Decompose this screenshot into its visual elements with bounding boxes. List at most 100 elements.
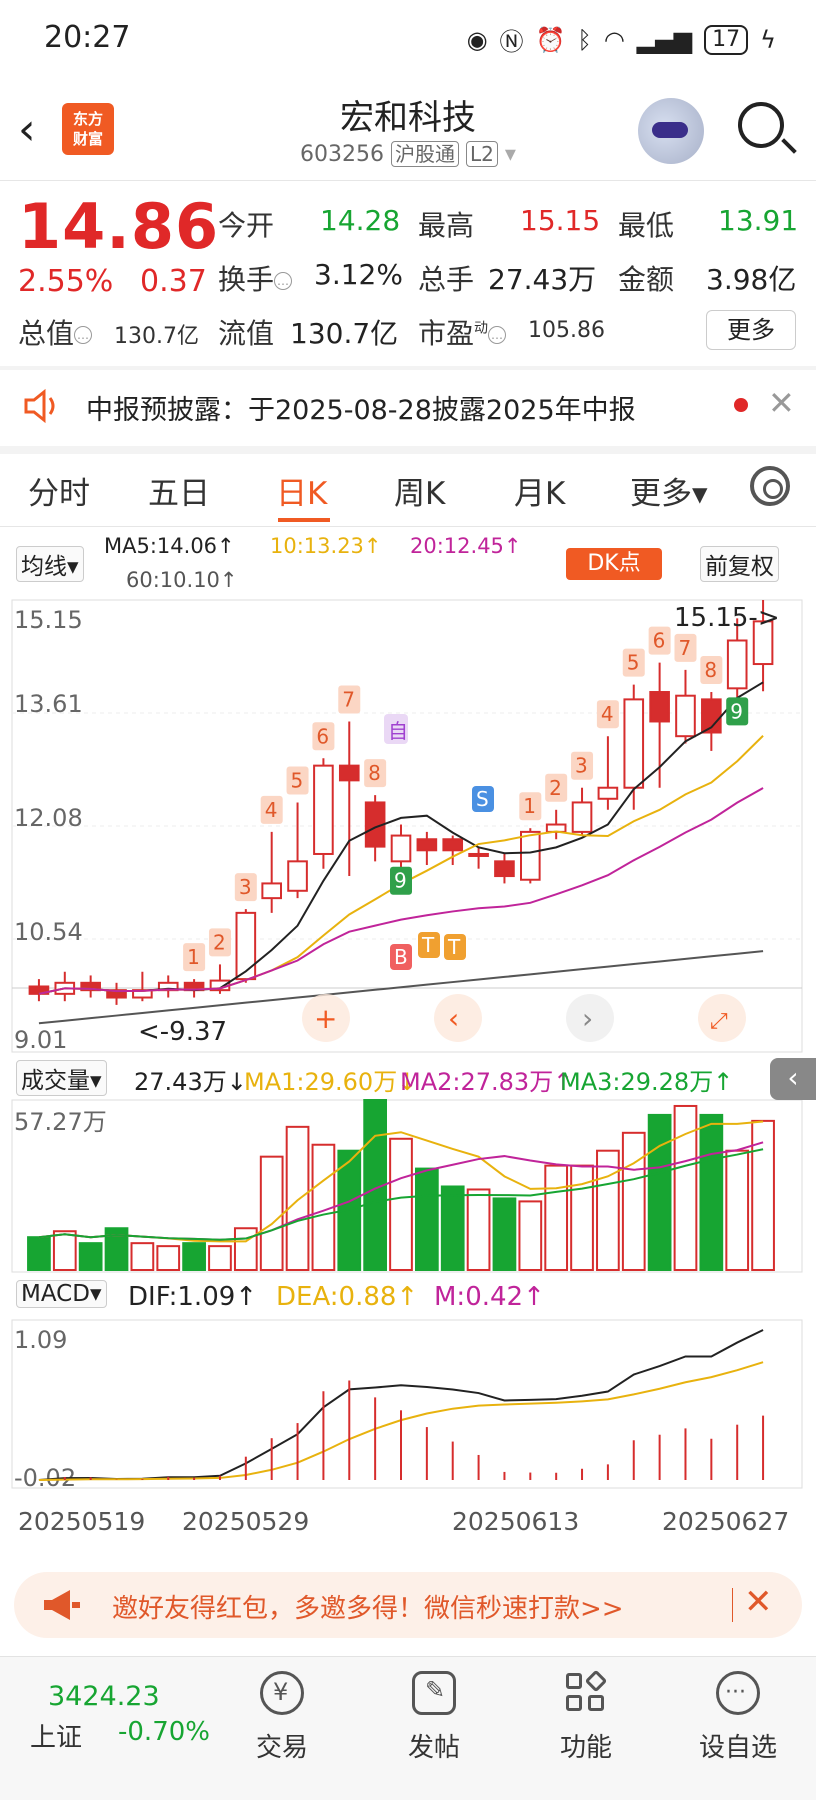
td-count: 9 — [730, 699, 743, 723]
banner-text: 邀好友得红包，多邀多得！微信秒速打款>> — [112, 1594, 624, 1624]
candle-body — [675, 694, 696, 738]
candle-body — [442, 838, 464, 852]
date-label: 20250529 — [182, 1507, 309, 1536]
td-count: 8 — [368, 761, 381, 785]
signal-self: 自 — [388, 719, 408, 743]
candle-body — [520, 830, 541, 881]
candle-body — [338, 764, 360, 782]
td-count: 6 — [653, 629, 666, 653]
volume-bar — [621, 1131, 646, 1271]
max-price-label: 15.15-> — [674, 603, 780, 633]
nav-post[interactable]: ✎ 发帖 — [384, 1671, 484, 1764]
volume-bars — [27, 1099, 775, 1272]
macd-y-top: 1.09 — [14, 1326, 67, 1354]
volume-bar — [725, 1149, 750, 1272]
nav-trade[interactable]: ¥ 交易 — [232, 1671, 332, 1764]
nav-functions[interactable]: 功能 — [536, 1669, 636, 1764]
macd-frame — [11, 1319, 803, 1489]
volume-selector[interactable]: 成交量▾ — [16, 1060, 107, 1096]
y-label: 13.61 — [14, 690, 83, 718]
chevron-right-icon: › — [582, 1002, 593, 1035]
volume-ma1: MA1:29.60万↓ — [244, 1068, 418, 1096]
candle-body — [287, 860, 308, 892]
td-count: 2 — [213, 930, 226, 954]
y-label: 12.08 — [14, 804, 83, 832]
more-dots-icon: ··· — [716, 1671, 760, 1715]
volume-bar — [182, 1242, 206, 1271]
td-count: 6 — [316, 724, 329, 748]
macd-m: M:0.42↑ — [434, 1282, 545, 1312]
y-label: 9.01 — [14, 1026, 67, 1054]
td-count: 7 — [678, 636, 691, 660]
app-screen: 20:27 ◉ Ⓝ ⏰ ᛒ ◠ ▂▄▆ 17 ϟ ‹ 东方 财富 宏和科技 60… — [0, 0, 816, 1800]
volume-bar — [466, 1188, 491, 1271]
volume-bar — [78, 1242, 103, 1271]
candle-body — [235, 911, 257, 981]
volume-bar — [285, 1125, 310, 1272]
volume-bar — [518, 1200, 543, 1272]
candle-body — [597, 786, 619, 800]
volume-bar — [130, 1242, 155, 1271]
td-count: 5 — [291, 768, 304, 792]
volume-bar — [259, 1155, 284, 1271]
candle-body — [623, 698, 645, 789]
td-count: 4 — [601, 702, 614, 726]
close-icon[interactable]: ✕ — [744, 1582, 773, 1622]
macd-bars — [38, 1329, 765, 1481]
yen-icon: ¥ — [260, 1671, 304, 1715]
volume-bar — [389, 1137, 413, 1272]
expand-icon: ⤢ — [710, 1009, 728, 1034]
td-counts: 123456789123456 789 — [183, 626, 749, 972]
volume-y-label: 57.27万 — [14, 1108, 107, 1136]
bottom-navigation: 3424.23 上证 -0.70% ¥ 交易 ✎ 发帖 功能 ··· 设自选 — [0, 1656, 816, 1800]
volume-ma2: MA2:27.83万↑ — [400, 1068, 574, 1096]
td-count: 7 — [342, 687, 355, 711]
min-price-label: <-9.37 — [138, 1017, 227, 1047]
volume-bar — [415, 1167, 439, 1271]
candlestick-chart[interactable]: 15.15 13.61 12.08 10.54 9.01 15.15-> <-9… — [0, 0, 816, 1560]
chevron-left-icon: ‹ — [448, 1002, 459, 1035]
megaphone-icon — [44, 1590, 80, 1620]
invite-banner[interactable]: 邀好友得红包，多邀多得！微信秒速打款>> ✕ — [14, 1572, 802, 1638]
volume-bar — [440, 1185, 465, 1271]
candle-body — [468, 852, 489, 857]
date-label: 20250613 — [452, 1507, 579, 1536]
td-count: 3 — [575, 754, 588, 778]
volume-bar — [233, 1227, 258, 1271]
index-name: 上证 — [30, 1723, 83, 1753]
macd-dif: DIF:1.09↑ — [128, 1282, 258, 1312]
macd-dea: DEA:0.88↑ — [276, 1282, 419, 1312]
td-count: 5 — [627, 651, 640, 675]
candle-body — [726, 639, 748, 690]
date-label: 20250519 — [18, 1507, 145, 1536]
signal-t2: T — [447, 935, 461, 959]
grid-icon — [564, 1669, 608, 1715]
volume-ma3: MA3:29.28万↑ — [560, 1068, 734, 1096]
td-count: 1 — [187, 945, 200, 969]
signal-s: S — [476, 787, 489, 811]
candle-body — [261, 882, 282, 900]
volume-today: 27.43万↓ — [134, 1068, 247, 1096]
volume-bar — [27, 1236, 51, 1272]
macd-selector[interactable]: MACD▾ — [16, 1280, 107, 1308]
volume-bar — [596, 1149, 620, 1272]
edit-icon: ✎ — [412, 1671, 456, 1715]
volume-bar — [156, 1245, 181, 1272]
signal-b: B — [394, 945, 408, 969]
signal-t1: T — [421, 933, 435, 957]
index-value: 3424.23 — [48, 1681, 160, 1712]
panel-toggle-icon[interactable]: ‹ — [770, 1058, 816, 1100]
date-label: 20250627 — [662, 1507, 789, 1536]
candle-body — [416, 838, 438, 852]
td-count: 1 — [523, 794, 536, 818]
candle-body — [571, 801, 593, 833]
y-label: 10.54 — [14, 918, 83, 946]
candle-body — [313, 764, 334, 855]
candle-body — [494, 860, 515, 878]
candle-body — [649, 691, 670, 723]
td-count: 2 — [549, 776, 562, 800]
td-count: 4 — [265, 798, 278, 822]
nav-watchlist[interactable]: ··· 设自选 — [688, 1671, 788, 1764]
volume-bar — [52, 1230, 77, 1271]
y-label: 15.15 — [14, 606, 83, 634]
